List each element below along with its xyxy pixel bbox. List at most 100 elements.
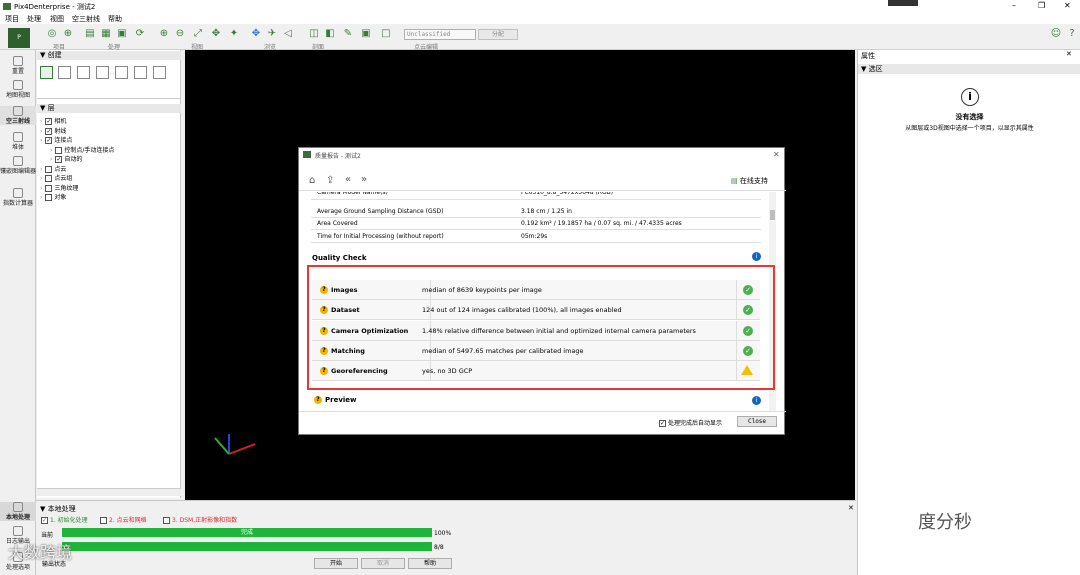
project-settings-icon[interactable]: ⊕ bbox=[62, 28, 74, 40]
report-home-icon[interactable]: ⌂ bbox=[309, 175, 315, 186]
help-button[interactable]: 帮助 bbox=[408, 558, 452, 569]
chevron-right-icon[interactable]: › bbox=[40, 166, 42, 173]
cancel-button[interactable]: 取消 bbox=[361, 558, 405, 569]
nav-local-processing[interactable]: 本地处理 bbox=[0, 502, 36, 521]
nav-mosaic-editor[interactable]: 镶嵌图编辑器 bbox=[0, 156, 36, 175]
chevron-right-icon[interactable]: › bbox=[40, 128, 42, 135]
menu-process[interactable]: 处理 bbox=[27, 14, 41, 24]
horizontal-scrollbar[interactable] bbox=[37, 488, 181, 496]
create-volume-icon[interactable] bbox=[96, 66, 109, 79]
report-export-icon[interactable]: ⇪ bbox=[326, 175, 334, 186]
layer-item[interactable]: › ✓ 相机 bbox=[40, 118, 66, 126]
report-back-icon[interactable]: « bbox=[345, 174, 351, 185]
online-support-link[interactable]: ▤ 在线支持 bbox=[731, 176, 768, 186]
view-orbit-icon[interactable]: ✥ bbox=[210, 28, 222, 40]
layer-item[interactable]: › ✓ 射线 bbox=[40, 127, 66, 136]
create-header[interactable]: ▼ 创建 bbox=[37, 51, 181, 60]
create-polyline-icon[interactable] bbox=[40, 66, 53, 79]
selection-header[interactable]: ▼ 选区 bbox=[858, 64, 1080, 74]
zoom-out-icon[interactable]: ⊖ bbox=[174, 28, 186, 40]
color-swatch-icon[interactable]: □ bbox=[380, 28, 392, 40]
quality-info-icon[interactable]: i bbox=[752, 252, 761, 261]
close-button[interactable]: Close bbox=[737, 416, 777, 427]
nav-volumes[interactable]: 堆体 bbox=[0, 132, 36, 151]
report-icon[interactable]: ▤ bbox=[84, 28, 96, 40]
create-scale-icon[interactable] bbox=[134, 66, 147, 79]
step1-checkbox[interactable]: ✓ 1. 初始化处理 bbox=[41, 515, 88, 524]
open-project-icon[interactable]: ◎ bbox=[46, 28, 58, 40]
select-icon[interactable]: ▣ bbox=[360, 28, 372, 40]
menu-project[interactable]: 项目 bbox=[5, 14, 19, 24]
layer-checkbox[interactable]: ✓ bbox=[45, 127, 53, 135]
menu-view[interactable]: 视图 bbox=[50, 14, 64, 24]
chevron-right-icon[interactable]: › bbox=[40, 194, 42, 201]
dialog-close-icon[interactable]: ✕ bbox=[773, 150, 780, 159]
image-properties-icon[interactable]: ▣ bbox=[116, 28, 128, 40]
nav-index-calculator[interactable]: 指数计算器 bbox=[0, 188, 36, 207]
layer-checkbox[interactable] bbox=[45, 194, 53, 201]
layer-item[interactable]: › 点云 bbox=[40, 165, 66, 174]
layers-header[interactable]: ▼ 层 bbox=[37, 104, 181, 113]
close-panel-icon[interactable]: ✕ bbox=[1066, 50, 1072, 58]
report-forward-icon[interactable]: » bbox=[361, 174, 367, 185]
layer-checkbox[interactable]: ✓ bbox=[45, 137, 53, 144]
minimize-icon[interactable]: – bbox=[1012, 1, 1016, 10]
help-icon[interactable]: ? bbox=[320, 286, 328, 294]
layer-checkbox[interactable] bbox=[55, 146, 63, 154]
navigate-icon[interactable]: ✥ bbox=[250, 28, 262, 40]
menu-help[interactable]: 帮助 bbox=[108, 14, 122, 24]
create-orientation-icon[interactable] bbox=[153, 66, 166, 79]
nav-home[interactable]: 重置 bbox=[0, 56, 36, 75]
chevron-right-icon[interactable]: › bbox=[40, 185, 42, 192]
sound-icon[interactable]: ◁ bbox=[282, 28, 294, 40]
gcp-manager-icon[interactable]: ▦ bbox=[100, 28, 112, 40]
menu-rayCloud[interactable]: 空三射线 bbox=[72, 14, 100, 24]
section-edit-icon[interactable]: ◧ bbox=[324, 28, 336, 40]
processing-options-icon[interactable]: ⟳ bbox=[134, 28, 146, 40]
fly-icon[interactable]: ✈ bbox=[266, 28, 278, 40]
start-button[interactable]: 开始 bbox=[314, 558, 358, 569]
zoom-extent-icon[interactable]: ⤢ bbox=[192, 28, 204, 40]
preview-info-icon[interactable]: i bbox=[752, 396, 761, 405]
chevron-right-icon[interactable]: › bbox=[40, 118, 42, 125]
help-icon[interactable]: ? bbox=[1066, 28, 1078, 40]
chevron-right-icon[interactable]: › bbox=[50, 147, 52, 154]
layer-checkbox[interactable]: ✓ bbox=[45, 118, 53, 125]
assign-button[interactable]: 分配 bbox=[478, 29, 518, 40]
user-icon[interactable]: ☺ bbox=[1050, 28, 1062, 40]
create-surface-icon[interactable] bbox=[58, 66, 71, 79]
create-measure-icon[interactable] bbox=[77, 66, 90, 79]
create-object-icon[interactable] bbox=[115, 66, 128, 79]
view-axes-icon[interactable]: ✦ bbox=[228, 28, 240, 40]
restore-icon[interactable]: ❐ bbox=[1038, 1, 1045, 10]
report-scroll-thumb[interactable] bbox=[770, 210, 775, 220]
close-processing-icon[interactable]: ✕ bbox=[848, 504, 854, 512]
close-window-icon[interactable]: ✕ bbox=[1064, 1, 1071, 10]
layer-checkbox[interactable]: ✓ bbox=[55, 156, 63, 163]
class-select[interactable]: Unclassified bbox=[404, 29, 476, 40]
layer-item[interactable]: › 对象 bbox=[40, 194, 66, 202]
chevron-right-icon[interactable]: › bbox=[40, 137, 42, 144]
section-icon[interactable]: ◫ bbox=[308, 28, 320, 40]
auto-show-checkbox[interactable]: ✓ 处理完成后自动显示 bbox=[659, 418, 722, 427]
chevron-right-icon[interactable]: › bbox=[50, 156, 52, 163]
layer-checkbox[interactable] bbox=[45, 165, 53, 173]
layer-item[interactable]: › 控制点/手动连接点 bbox=[50, 146, 114, 155]
nav-map-view[interactable]: 地图视图 bbox=[0, 80, 36, 99]
help-icon[interactable]: ? bbox=[320, 346, 328, 355]
help-icon[interactable]: ? bbox=[320, 326, 328, 335]
layer-item[interactable]: › 点云组 bbox=[40, 175, 72, 183]
zoom-in-icon[interactable]: ⊕ bbox=[158, 28, 170, 40]
step2-checkbox[interactable]: 2. 点云和网格 bbox=[100, 515, 147, 524]
layer-item[interactable]: › 三角纹理 bbox=[40, 184, 78, 193]
help-icon[interactable]: ? bbox=[320, 367, 328, 376]
layer-item[interactable]: › ✓ 连接点 bbox=[40, 137, 72, 145]
edit-densified-icon[interactable]: ✎ bbox=[342, 28, 354, 40]
layer-item[interactable]: › ✓ 自动的 bbox=[50, 156, 82, 164]
layer-checkbox[interactable] bbox=[45, 184, 53, 192]
help-icon[interactable]: ? bbox=[320, 306, 328, 315]
layer-checkbox[interactable] bbox=[45, 175, 53, 182]
chevron-right-icon[interactable]: › bbox=[40, 175, 42, 182]
nav-raycloud[interactable]: 空三射线 bbox=[0, 106, 36, 125]
step3-checkbox[interactable]: 3. DSM,正射影像和指数 bbox=[163, 515, 237, 524]
